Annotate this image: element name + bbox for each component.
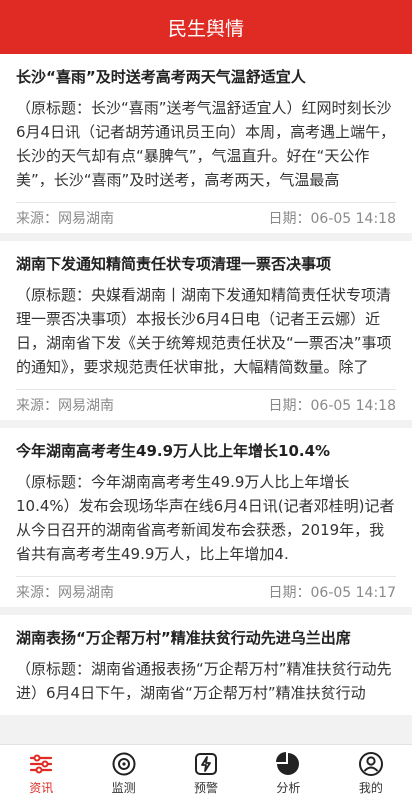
bottom-tab-bar: 资讯 监测 预警 分析 我的 [0,744,412,801]
article-date: 日期：06-05 14:18 [268,398,396,414]
page-title: 民生舆情 [167,17,244,40]
article-source: 来源：网易湖南 [16,398,114,414]
tab-label: 我的 [358,780,383,795]
article-item[interactable]: 湖南下发通知精简责任状专项清理一票否决事项 （原标题：央媒看湖南丨湖南下发通知精… [0,241,412,420]
tab-news[interactable]: 资讯 [0,745,82,801]
article-summary: （原标题：今年湖南高考考生49.9万人比上年增长10.4%）发布会现场华声在线6… [16,473,395,563]
article-item[interactable]: 今年湖南高考考生49.9万人比上年增长10.4% （原标题：今年湖南高考考生49… [0,428,412,607]
article-source: 来源：网易湖南 [16,211,114,227]
article-summary: （原标题：央媒看湖南丨湖南下发通知精简责任状专项清理一票否决事项）本报长沙6月4… [16,286,392,376]
article-item[interactable]: 湖南表扬“万企帮万村”精准扶贫行动先进乌兰出席 （原标题：湖南省通报表扬“万企帮… [0,615,412,715]
article-source: 来源：网易湖南 [16,585,114,601]
tab-label: 资讯 [29,780,54,795]
article-item[interactable]: 长沙“喜雨”及时送考高考两天气温舒适宜人 （原标题：长沙“喜雨”送考气温舒适宜人… [0,54,412,233]
article-title[interactable]: 长沙“喜雨”及时送考高考两天气温舒适宜人 [16,54,396,96]
alert-icon [195,752,218,775]
profile-icon [358,751,383,776]
article-list[interactable]: 长沙“喜雨”及时送考高考两天气温舒适宜人 （原标题：长沙“喜雨”送考气温舒适宜人… [0,54,412,744]
article-summary: （原标题：湖南省通报表扬“万企帮万村”精准扶贫行动先进）6月4日下午，湖南省“万… [16,660,392,702]
tab-label: 预警 [194,780,219,795]
article-date: 日期：06-05 14:17 [268,585,396,601]
news-icon [30,754,53,773]
tab-label: 分析 [276,780,301,795]
article-title[interactable]: 湖南下发通知精简责任状专项清理一票否决事项 [16,241,396,283]
article-summary: （原标题：长沙“喜雨”送考气温舒适宜人）红网时刻长沙6月4日讯（记者胡芳通讯员王… [16,99,396,189]
tab-monitor[interactable]: 监测 [82,745,164,801]
analysis-icon [276,751,300,775]
article-meta: 来源：网易湖南 日期：06-05 14:18 [16,202,396,233]
article-meta: 来源：网易湖南 日期：06-05 14:17 [16,576,396,607]
article-meta: 来源：网易湖南 日期：06-05 14:18 [16,389,396,420]
tab-alert[interactable]: 预警 [165,745,247,801]
article-date: 日期：06-05 14:18 [268,211,396,227]
article-title[interactable]: 湖南表扬“万企帮万村”精准扶贫行动先进乌兰出席 [16,615,396,657]
app-header: 民生舆情 [0,0,412,54]
article-title[interactable]: 今年湖南高考考生49.9万人比上年增长10.4% [16,428,396,470]
tab-analysis[interactable]: 分析 [247,745,329,801]
tab-profile[interactable]: 我的 [330,745,412,801]
tab-label: 监测 [111,780,136,795]
monitor-icon [112,752,136,775]
